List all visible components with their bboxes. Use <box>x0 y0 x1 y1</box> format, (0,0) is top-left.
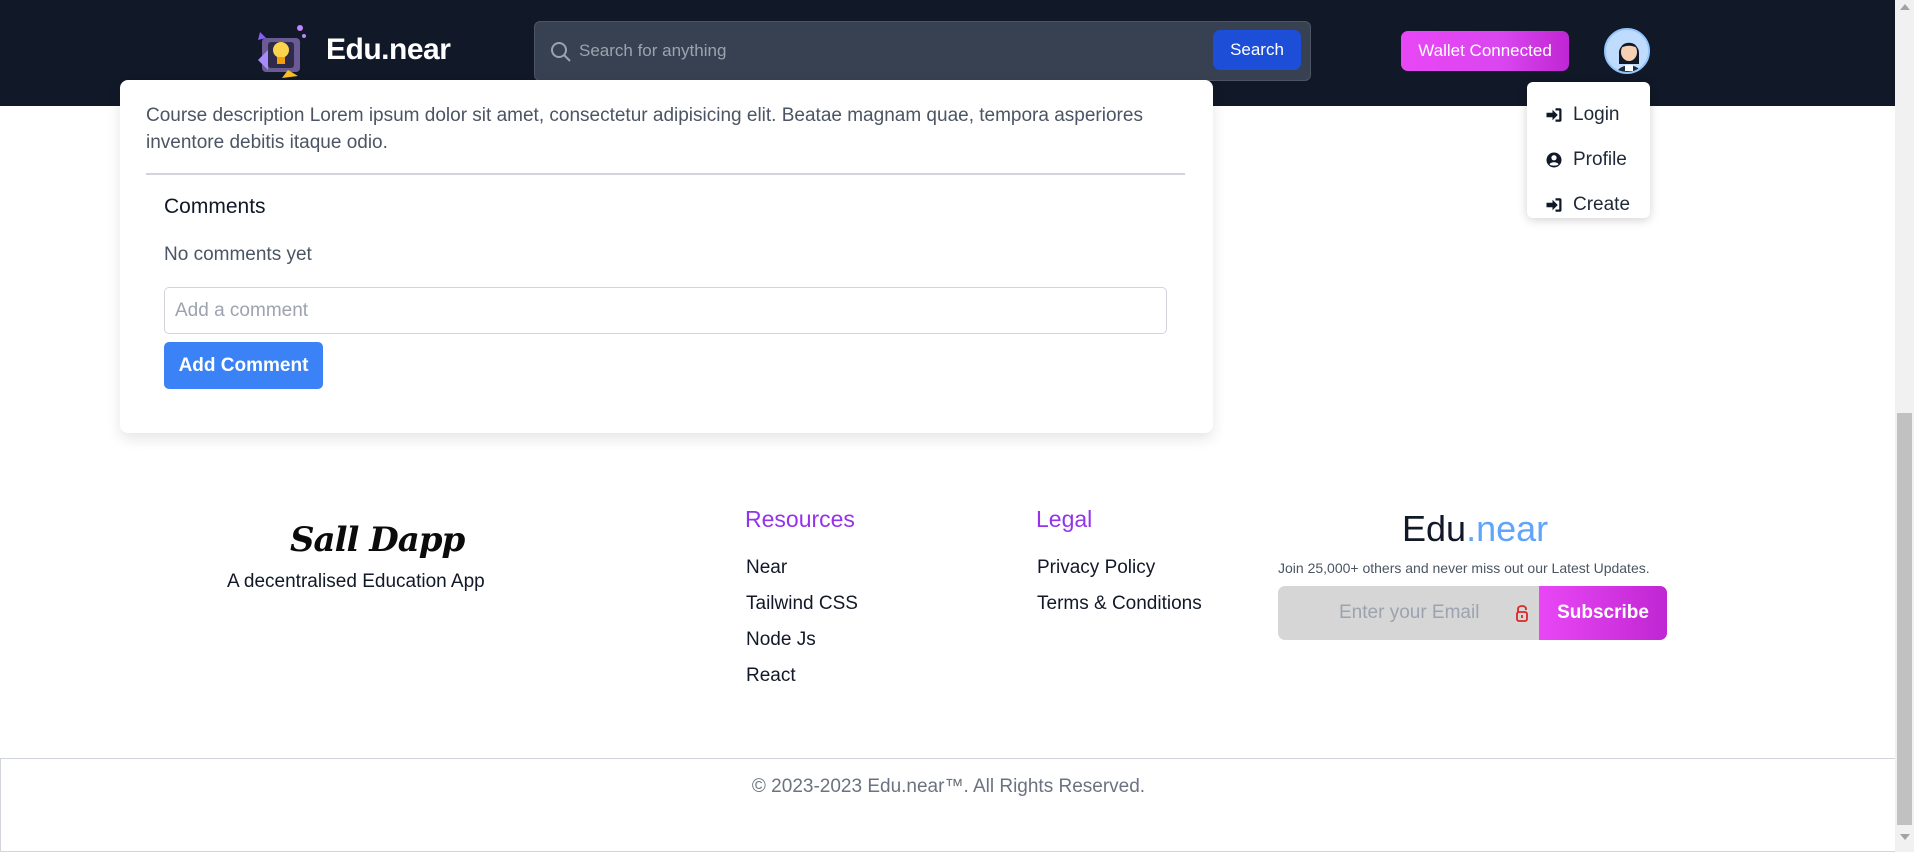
footer-link-terms[interactable]: Terms & Conditions <box>1037 593 1202 615</box>
footer-link-tailwind[interactable]: Tailwind CSS <box>746 593 858 615</box>
legal-title: Legal <box>1036 506 1093 532</box>
scroll-up-arrow-icon[interactable] <box>1900 4 1910 10</box>
brand-name: Edu.near <box>326 33 451 66</box>
search-button[interactable]: Search <box>1213 30 1301 70</box>
copyright-bar: © 2023-2023 Edu.near™. All Rights Reserv… <box>0 758 1897 852</box>
wallet-connected-button[interactable]: Wallet Connected <box>1401 31 1569 71</box>
footer-link-privacy[interactable]: Privacy Policy <box>1037 557 1155 579</box>
course-description: Course description Lorem ipsum dolor sit… <box>146 105 1143 153</box>
sign-in-icon <box>1546 107 1562 122</box>
footer-link-nodejs[interactable]: Node Js <box>746 629 816 651</box>
menu-item-label: Login <box>1573 103 1620 125</box>
newsletter-brand: Edu.near <box>1402 508 1548 550</box>
menu-item-profile[interactable]: Profile <box>1527 137 1650 182</box>
menu-item-label: Create <box>1573 193 1631 215</box>
menu-item-create[interactable]: Create <box>1527 182 1650 227</box>
footer-link-near[interactable]: Near <box>746 557 787 579</box>
sign-in-icon <box>1546 197 1562 212</box>
comments-title: Comments <box>164 195 266 218</box>
lock-icon <box>1516 605 1528 622</box>
page-scrollbar[interactable] <box>1895 0 1914 852</box>
scroll-down-arrow-icon[interactable] <box>1900 834 1910 840</box>
avatar-icon <box>1606 30 1648 72</box>
user-avatar[interactable] <box>1604 28 1650 74</box>
brand-accent: .near <box>1466 508 1549 549</box>
footer-tagline: A decentralised Education App <box>227 571 485 592</box>
user-circle-icon <box>1546 152 1562 167</box>
user-dropdown-menu: Login Profile Create <box>1527 82 1650 218</box>
divider <box>146 173 1185 175</box>
brand-main: Edu <box>1402 508 1467 549</box>
footer-logo[interactable]: Sall Dapp <box>290 520 465 560</box>
brand[interactable]: Edu.near <box>254 20 451 80</box>
brand-logo-icon <box>258 25 306 78</box>
email-input[interactable] <box>1278 586 1540 640</box>
newsletter-text: Join 25,000+ others and never miss out o… <box>1278 560 1650 576</box>
resources-title: Resources <box>745 506 855 532</box>
menu-item-label: Profile <box>1573 148 1627 170</box>
no-comments-text: No comments yet <box>164 244 312 265</box>
add-comment-button[interactable]: Add Comment <box>164 342 323 389</box>
search-bar: Search <box>534 21 1311 81</box>
search-icon <box>551 42 571 62</box>
subscribe-button[interactable]: Subscribe <box>1539 586 1667 640</box>
course-card: Course description Lorem ipsum dolor sit… <box>120 80 1213 433</box>
menu-item-login[interactable]: Login <box>1527 92 1650 137</box>
footer-link-react[interactable]: React <box>746 665 796 687</box>
comment-input[interactable] <box>164 287 1167 334</box>
newsletter-form: Subscribe <box>1278 586 1667 640</box>
copyright-text: © 2023-2023 Edu.near™. All Rights Reserv… <box>751 776 1146 797</box>
scroll-thumb[interactable] <box>1897 413 1912 825</box>
search-input[interactable] <box>579 32 1219 70</box>
